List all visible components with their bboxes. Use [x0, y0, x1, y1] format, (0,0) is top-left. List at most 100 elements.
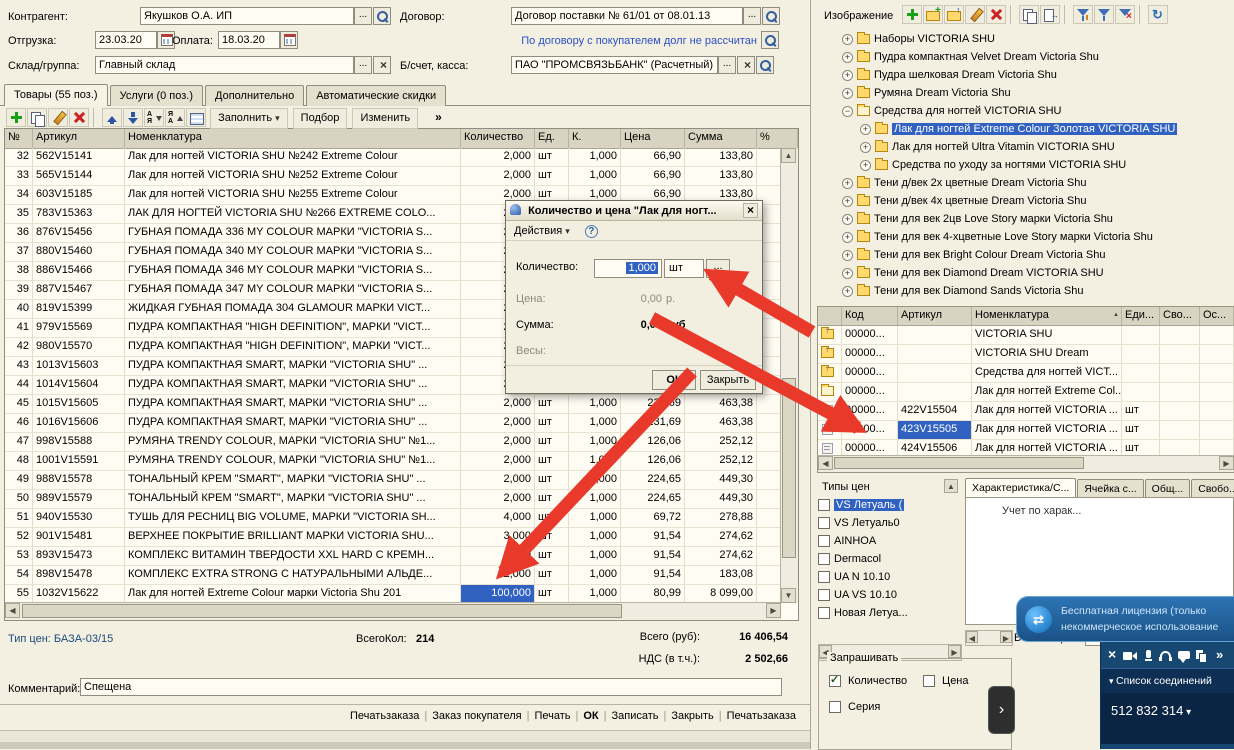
table-row[interactable]: 00000...VICTORIA SHU — [818, 326, 1234, 345]
tree-item[interactable]: +Пудра шелковая Dream Victoria Shu — [812, 66, 1232, 84]
cell[interactable]: шт — [535, 395, 569, 414]
close-icon[interactable]: × — [743, 203, 758, 218]
cell[interactable]: 36 — [5, 224, 33, 243]
cell[interactable]: 40 — [5, 300, 33, 319]
cell[interactable]: 00000... — [842, 364, 898, 383]
cell[interactable]: 1013V15603 — [33, 357, 125, 376]
cell[interactable]: 80,99 — [621, 585, 685, 603]
footer-button[interactable]: ОК — [583, 710, 598, 722]
catalog-filter-x-button[interactable] — [1115, 5, 1135, 24]
quantity-input[interactable]: 1,000 — [594, 259, 662, 278]
otgruzka-input[interactable]: 23.03.20 — [95, 31, 157, 49]
tab-4[interactable]: Автоматические скидки — [306, 85, 446, 106]
cell[interactable]: 48 — [5, 452, 33, 471]
cell[interactable]: 1,000 — [569, 509, 621, 528]
scrollbar-thumb[interactable] — [22, 604, 622, 618]
cell[interactable]: 183,08 — [685, 566, 757, 585]
more-icon[interactable] — [1212, 648, 1228, 664]
cell[interactable]: шт — [1122, 421, 1160, 440]
cell[interactable]: шт — [535, 547, 569, 566]
cell[interactable]: 449,30 — [685, 471, 757, 490]
tree-item[interactable]: +Румяна Dream Victoria Shu — [812, 84, 1232, 102]
cell[interactable]: 1,000 — [569, 528, 621, 547]
cell[interactable]: 940V15530 — [33, 509, 125, 528]
table-row[interactable]: 00000...Средства для ногтей VICT... — [818, 364, 1234, 383]
cell[interactable] — [1122, 364, 1160, 383]
cell[interactable]: 252,12 — [685, 452, 757, 471]
cell[interactable]: 988V15578 — [33, 471, 125, 490]
cell[interactable]: ГУБНАЯ ПОМАДА 340 MY COLOUR МАРКИ "VICTO… — [125, 243, 461, 262]
toolbar-down-button[interactable] — [123, 108, 143, 127]
cell[interactable]: 126,06 — [621, 452, 685, 471]
cell[interactable]: 880V15460 — [33, 243, 125, 262]
schet-search-button[interactable] — [756, 56, 774, 74]
schet-picker-button[interactable]: ... — [718, 56, 736, 74]
cell[interactable]: 1,000 — [569, 566, 621, 585]
cell[interactable]: ПУДРА КОМПАКТНАЯ SMART, МАРКИ "VICTORIA … — [125, 414, 461, 433]
table-row[interactable]: 00000...422V15504Лак для ногтей VICTORIA… — [818, 402, 1234, 421]
close-icon[interactable] — [1104, 648, 1120, 664]
dialog-titlebar[interactable]: Количество и цена "Лак для ногт... × — [506, 201, 762, 221]
catalog-add-button[interactable] — [902, 5, 922, 24]
tab-4[interactable]: Свобо... — [1191, 479, 1234, 498]
cell[interactable]: РУМЯНА TRENDY COLOUR, МАРКИ "VICTORIA SH… — [125, 433, 461, 452]
cell[interactable] — [898, 383, 972, 402]
request-check[interactable]: Серия — [829, 701, 880, 713]
cell[interactable]: ПУДРА КОМПАКТНАЯ "HIGH DEFINITION", МАРК… — [125, 338, 461, 357]
cell[interactable]: шт — [535, 414, 569, 433]
collapse-icon[interactable]: − — [842, 106, 853, 117]
table-row[interactable]: 00000...Лак для ногтей Extreme Col... — [818, 383, 1234, 402]
cell[interactable]: 876V15456 — [33, 224, 125, 243]
sklad-picker-button[interactable]: ... — [354, 56, 372, 74]
checkbox-icon[interactable] — [818, 607, 830, 619]
cell[interactable]: 42 — [5, 338, 33, 357]
table-row[interactable]: 461016V15606ПУДРА КОМПАКТНАЯ SMART, МАРК… — [5, 414, 781, 433]
column-header[interactable]: Сумма — [685, 129, 757, 148]
cell[interactable]: 43 — [5, 357, 33, 376]
comment-input[interactable]: Спещена — [80, 678, 782, 696]
cell[interactable]: 00000... — [842, 345, 898, 364]
cell[interactable]: VICTORIA SHU Dream — [972, 345, 1122, 364]
oplata-calendar-button[interactable] — [280, 31, 298, 49]
cell[interactable]: 91,54 — [621, 547, 685, 566]
cell[interactable] — [757, 414, 781, 433]
cell[interactable]: 449,30 — [685, 490, 757, 509]
column-header[interactable]: Номенклатура — [125, 129, 461, 148]
price-type-item[interactable]: UA N 10.10 — [818, 568, 960, 586]
cell[interactable]: ПУДРА КОМПАКТНАЯ "HIGH DEFINITION", МАРК… — [125, 319, 461, 338]
cell[interactable]: шт — [535, 452, 569, 471]
cell[interactable]: ТУШЬ ДЛЯ РЕСНИЦ BIG VOLUME, МАРКИ "VICTO… — [125, 509, 461, 528]
cell[interactable]: 8 099,00 — [685, 585, 757, 603]
cell[interactable]: 463,38 — [685, 414, 757, 433]
cell[interactable] — [818, 364, 842, 383]
tree-item[interactable]: +Лак для ногтей Ultra Vitamin VICTORIA S… — [812, 138, 1232, 156]
files-icon[interactable] — [1194, 648, 1210, 664]
cell[interactable]: 1015V15605 — [33, 395, 125, 414]
cell[interactable]: 52 — [5, 528, 33, 547]
horizontal-scrollbar[interactable]: ◀ ▶ — [5, 602, 781, 620]
cell[interactable] — [1200, 421, 1234, 440]
cell[interactable]: 1016V15606 — [33, 414, 125, 433]
price-type-item[interactable]: AINHOA — [818, 532, 960, 550]
panel-expand-handle[interactable] — [988, 686, 1015, 734]
connections-header[interactable]: Список соединений — [1101, 668, 1234, 693]
cell[interactable]: 2,000 — [461, 433, 535, 452]
cell[interactable]: 69,72 — [621, 509, 685, 528]
cell[interactable]: шт — [535, 167, 569, 186]
tab-3[interactable]: Дополнительно — [205, 85, 304, 106]
scroll-up-button[interactable]: ▲ — [944, 479, 958, 493]
expand-icon[interactable]: + — [842, 34, 853, 45]
table-row[interactable]: 551032V15622Лак для ногтей Extreme Colou… — [5, 585, 781, 603]
cell[interactable]: 979V15569 — [33, 319, 125, 338]
cell[interactable] — [1200, 402, 1234, 421]
cell[interactable] — [1160, 345, 1200, 364]
checkbox-icon[interactable] — [829, 701, 841, 713]
toolbar-delete-button[interactable] — [69, 108, 89, 127]
cell[interactable]: 37 — [5, 243, 33, 262]
cell[interactable]: 2,000 — [461, 471, 535, 490]
cell[interactable]: 998V15588 — [33, 433, 125, 452]
cell[interactable]: 231,69 — [621, 414, 685, 433]
table-row[interactable]: 54898V15478КОМПЛЕКС EXTRA STRONG С НАТУР… — [5, 566, 781, 585]
cell[interactable]: шт — [535, 471, 569, 490]
cell[interactable]: 41 — [5, 319, 33, 338]
